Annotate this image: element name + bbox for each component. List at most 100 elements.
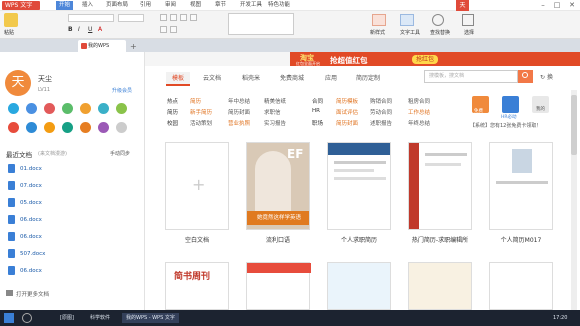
phone-icon[interactable] bbox=[116, 103, 127, 114]
taskbar-item-wps[interactable]: 我的WPS - WPS 文字 bbox=[122, 313, 179, 323]
user-badge[interactable]: 天 bbox=[456, 0, 469, 11]
category-item[interactable]: 年终总结 bbox=[408, 119, 430, 127]
docs-icon[interactable] bbox=[26, 103, 37, 114]
category-item[interactable]: 述职报告 bbox=[370, 119, 392, 127]
list-item[interactable]: 06.docx bbox=[6, 263, 141, 279]
app-menu-button[interactable]: WPS 文字 bbox=[2, 1, 40, 10]
category-item[interactable]: 面试评估 bbox=[336, 108, 358, 116]
text-tools-icon[interactable] bbox=[400, 14, 414, 26]
numbering-icon[interactable] bbox=[170, 26, 177, 33]
star-icon[interactable] bbox=[44, 122, 55, 133]
tab-resume[interactable]: 简历定制 bbox=[356, 72, 380, 86]
tab-docer[interactable]: 稻壳米 bbox=[242, 72, 260, 86]
magazine-card[interactable]: 简书周刊 bbox=[165, 262, 229, 310]
system-notice[interactable]: 【系统】您有12张免费卡领取！ bbox=[470, 122, 541, 129]
calendar-icon[interactable] bbox=[80, 103, 91, 114]
style-gallery[interactable] bbox=[228, 13, 294, 35]
gift-icon[interactable] bbox=[80, 122, 91, 133]
italic-button[interactable]: I bbox=[78, 26, 80, 33]
new-tab-button[interactable]: + bbox=[130, 42, 137, 51]
category-item[interactable]: 简历封面 bbox=[228, 108, 250, 116]
search-input[interactable]: 搜模板，搜文档 bbox=[424, 70, 518, 83]
list-item[interactable]: 07.docx bbox=[6, 178, 141, 194]
resume-card[interactable] bbox=[408, 142, 472, 230]
new-style-icon[interactable] bbox=[372, 14, 386, 26]
template-icon[interactable] bbox=[98, 122, 109, 133]
wps-cloud-icon[interactable] bbox=[8, 103, 19, 114]
category-item[interactable]: 劳动合同 bbox=[370, 108, 392, 116]
paste-icon[interactable] bbox=[4, 13, 18, 27]
tab-cloud-docs[interactable]: 云文档 bbox=[203, 72, 221, 86]
menu-chapter[interactable]: 章节 bbox=[215, 1, 226, 10]
maximize-icon[interactable]: □ bbox=[550, 0, 564, 11]
category-item[interactable]: 工作总结 bbox=[408, 108, 430, 116]
menu-features[interactable]: 特色功能 bbox=[268, 1, 290, 10]
close-icon[interactable]: ✕ bbox=[565, 0, 579, 11]
template-card[interactable] bbox=[327, 262, 391, 310]
share-icon[interactable] bbox=[62, 122, 73, 133]
taskbar-item[interactable]: 科学软件 bbox=[90, 313, 110, 323]
pdf-icon[interactable] bbox=[8, 122, 19, 133]
underline-button[interactable]: U bbox=[88, 26, 92, 33]
menu-view[interactable]: 视图 bbox=[190, 1, 201, 10]
list-item[interactable]: 01.docx bbox=[6, 161, 141, 177]
chat-icon[interactable] bbox=[62, 103, 73, 114]
font-name-select[interactable] bbox=[68, 14, 114, 22]
tab-apps[interactable]: 应用 bbox=[325, 72, 337, 86]
category-item[interactable]: 简历模板 bbox=[336, 97, 358, 105]
menu-insert[interactable]: 插入 bbox=[82, 1, 93, 10]
list-item[interactable]: 507.docx bbox=[6, 246, 141, 262]
refresh-button[interactable]: ↻ 换 bbox=[540, 72, 553, 81]
select-icon[interactable] bbox=[462, 14, 474, 26]
blank-doc-card[interactable]: + bbox=[165, 142, 229, 230]
list-item[interactable]: 05.docx bbox=[6, 195, 141, 211]
list-item[interactable]: 06.docx bbox=[6, 229, 141, 245]
english-course-card[interactable]: EF 她竟然这样学英语 bbox=[246, 142, 310, 230]
manual-sync-button[interactable]: 手动同步 bbox=[110, 150, 130, 157]
resume-card[interactable] bbox=[327, 142, 391, 230]
menu-home[interactable]: 开始 bbox=[56, 1, 74, 10]
template-card[interactable] bbox=[246, 262, 311, 310]
search-icon[interactable] bbox=[22, 313, 32, 323]
menu-review[interactable]: 审阅 bbox=[165, 1, 176, 10]
apps-icon[interactable] bbox=[44, 103, 55, 114]
category-item[interactable]: 营业执照 bbox=[228, 119, 250, 127]
bold-button[interactable]: B bbox=[68, 26, 73, 33]
align-right-icon[interactable] bbox=[180, 14, 187, 21]
upgrade-member-link[interactable]: 升级会员 bbox=[112, 87, 132, 94]
avatar[interactable]: 天 bbox=[5, 70, 31, 96]
minimize-icon[interactable]: – bbox=[536, 0, 550, 11]
tab-free-mall[interactable]: 免费商城 bbox=[280, 72, 304, 86]
category-item[interactable]: 简历 bbox=[190, 97, 201, 105]
category-item[interactable]: 实习报告 bbox=[264, 119, 286, 127]
category-item[interactable]: 活动策划 bbox=[190, 119, 212, 127]
category-item[interactable]: 购销合同 bbox=[370, 97, 392, 105]
list-item[interactable]: 06.docx bbox=[6, 212, 141, 228]
more-icon[interactable] bbox=[116, 122, 127, 133]
category-item[interactable]: 年中总结 bbox=[228, 97, 250, 105]
bullets-icon[interactable] bbox=[160, 26, 167, 33]
search-button[interactable] bbox=[518, 70, 533, 83]
font-color-button[interactable]: A bbox=[98, 26, 102, 33]
start-icon[interactable] bbox=[4, 313, 14, 323]
grab-red-envelope-button[interactable]: 抢红包 bbox=[412, 55, 439, 64]
font-size-select[interactable] bbox=[118, 14, 144, 22]
category-item[interactable]: 租房合同 bbox=[408, 97, 430, 105]
template-card[interactable] bbox=[489, 262, 553, 310]
mail-icon[interactable] bbox=[98, 103, 109, 114]
template-card[interactable] bbox=[408, 262, 472, 310]
category-item[interactable]: 精美信纸 bbox=[264, 97, 286, 105]
edit-icon[interactable] bbox=[26, 122, 37, 133]
category-item[interactable]: 求职信 bbox=[264, 108, 281, 116]
scrollbar-thumb[interactable] bbox=[571, 95, 577, 155]
tab-templates[interactable]: 模板 bbox=[166, 72, 191, 86]
taskbar-item[interactable]: [原图] bbox=[60, 313, 74, 323]
resume-card[interactable] bbox=[489, 142, 553, 230]
align-center-icon[interactable] bbox=[170, 14, 177, 21]
category-item[interactable]: 新手简历 bbox=[190, 108, 212, 116]
align-left-icon[interactable] bbox=[160, 14, 167, 21]
justify-icon[interactable] bbox=[190, 14, 197, 21]
menu-references[interactable]: 引用 bbox=[140, 1, 151, 10]
menu-layout[interactable]: 页面布局 bbox=[106, 1, 128, 10]
menu-developer[interactable]: 开发工具 bbox=[240, 1, 262, 10]
